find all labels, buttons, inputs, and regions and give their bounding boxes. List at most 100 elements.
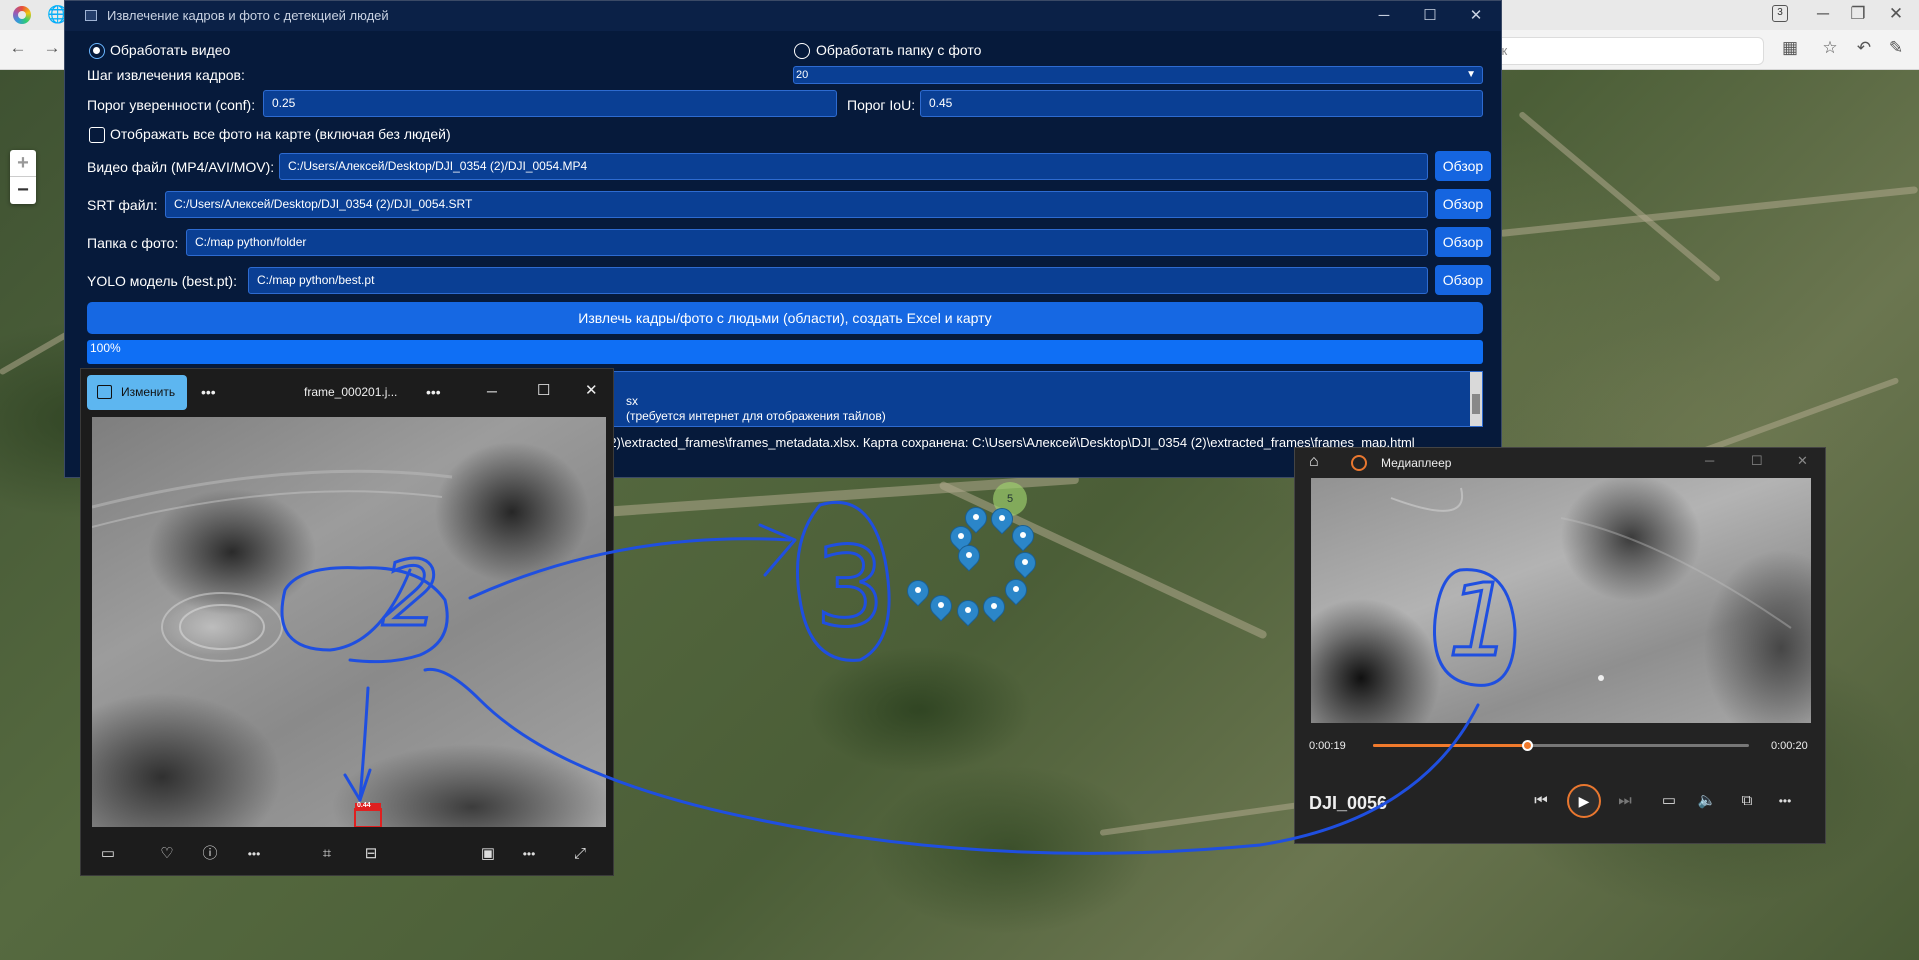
media-title: DJI_0056 xyxy=(1309,793,1388,813)
maximize-icon[interactable]: ☐ xyxy=(537,381,550,399)
fullscreen-icon[interactable]: ⤢ xyxy=(569,844,591,864)
folder-browse-button[interactable]: Обзор xyxy=(1435,227,1491,257)
map-marker[interactable] xyxy=(953,540,985,575)
subtitles-icon[interactable]: ▭ xyxy=(1657,790,1681,812)
photo-image[interactable]: 0.44 xyxy=(92,417,606,827)
srt-path-value: C:/Users/Алексей/Desktop/DJI_0354 (2)/DJ… xyxy=(174,197,473,211)
iou-input[interactable]: 0.45 xyxy=(920,90,1483,117)
folder-label: Папка с фото: xyxy=(87,235,179,251)
progress-bar: 100% xyxy=(87,340,1483,364)
more-options-icon[interactable]: ••• xyxy=(426,384,441,400)
srt-browse-button[interactable]: Обзор xyxy=(1435,189,1491,219)
iou-value: 0.45 xyxy=(929,96,953,110)
video-texture xyxy=(1390,487,1792,681)
undo-icon[interactable]: ↶ xyxy=(1852,38,1876,58)
log-scrollbar[interactable] xyxy=(1470,372,1482,426)
back-arrow-icon[interactable]: ← xyxy=(6,38,30,58)
yolo-label: YOLO модель (best.pt): xyxy=(87,273,237,289)
volume-icon[interactable]: 🔈 xyxy=(1695,790,1719,812)
video-path-value: C:/Users/Алексей/Desktop/DJI_0354 (2)/DJ… xyxy=(288,159,588,173)
minimize-icon[interactable]: ─ xyxy=(487,383,497,399)
maximize-icon[interactable]: ☐ xyxy=(1751,453,1763,469)
slideshow-icon[interactable]: ▣ xyxy=(477,844,499,864)
filmstrip-icon[interactable]: ▭ xyxy=(97,844,119,864)
more-options-icon[interactable]: ••• xyxy=(1773,790,1797,812)
map-road xyxy=(1518,110,1722,283)
zoom-out-button[interactable]: − xyxy=(10,177,36,204)
yolo-browse-button[interactable]: Обзор xyxy=(1435,265,1491,295)
favorite-heart-icon[interactable]: ♡ xyxy=(156,844,178,864)
seek-bar[interactable] xyxy=(1373,740,1749,751)
map-marker[interactable] xyxy=(902,575,934,610)
conf-value: 0.25 xyxy=(272,96,296,110)
app-maximize-button[interactable]: ☐ xyxy=(1407,1,1453,31)
yolo-path-value: C:/map python/best.pt xyxy=(257,273,375,287)
mode-video-radio[interactable] xyxy=(89,43,105,59)
photo-texture xyxy=(92,469,453,827)
run-extraction-button[interactable]: Извлечь кадры/фото с людьми (области), с… xyxy=(87,302,1483,334)
map-marker[interactable] xyxy=(952,595,984,630)
minimize-icon[interactable]: ─ xyxy=(1705,453,1714,468)
close-icon[interactable]: ✕ xyxy=(1884,4,1908,24)
yolo-path-input[interactable]: C:/map python/best.pt xyxy=(248,267,1428,294)
seek-thumb[interactable] xyxy=(1522,740,1534,751)
map-road xyxy=(1499,186,1919,237)
close-icon[interactable]: ✕ xyxy=(1797,453,1808,469)
address-bar[interactable]: ск xyxy=(1480,37,1764,65)
current-time: 0:00:19 xyxy=(1309,740,1346,752)
video-frame[interactable] xyxy=(1311,478,1811,723)
more-options-icon[interactable]: ••• xyxy=(518,844,540,864)
map-marker[interactable] xyxy=(1009,547,1041,582)
map-marker[interactable] xyxy=(925,590,957,625)
video-path-input[interactable]: C:/Users/Алексей/Desktop/DJI_0354 (2)/DJ… xyxy=(279,153,1428,180)
folder-path-input[interactable]: C:/map python/folder xyxy=(186,229,1428,256)
more-options-icon[interactable]: ••• xyxy=(243,844,265,864)
tab-count-badge[interactable]: 3 xyxy=(1772,5,1788,22)
show-all-checkbox[interactable] xyxy=(89,127,105,143)
home-icon[interactable]: ⌂ xyxy=(1309,453,1319,471)
text-scan-icon[interactable]: ⊟ xyxy=(360,844,382,864)
step-select[interactable]: 20 ▼ xyxy=(793,66,1483,84)
favorites-icon[interactable]: ☆ xyxy=(1818,38,1842,58)
edit-button[interactable]: Изменить xyxy=(87,375,187,410)
previous-icon[interactable]: ⏮ xyxy=(1529,790,1553,812)
edit-image-icon xyxy=(97,385,112,399)
zoom-in-button[interactable]: + xyxy=(10,150,36,177)
info-icon[interactable]: ⓘ xyxy=(199,844,221,864)
app-close-button[interactable]: ✕ xyxy=(1453,1,1499,31)
mode-folder-radio[interactable] xyxy=(794,43,810,59)
log-line: sx xyxy=(626,394,638,408)
forward-arrow-icon[interactable]: → xyxy=(40,38,64,58)
extensions-icon[interactable]: ✎ xyxy=(1884,38,1908,58)
map-marker[interactable] xyxy=(1000,574,1032,609)
map-road xyxy=(0,330,71,376)
iou-label: Порог IoU: xyxy=(847,97,916,113)
seek-bar-fill xyxy=(1373,744,1528,747)
restore-icon[interactable]: ❐ xyxy=(1846,4,1870,24)
media-player-logo-icon xyxy=(1351,455,1367,471)
photo-file-name: frame_000201.j... xyxy=(304,385,398,399)
conf-input[interactable]: 0.25 xyxy=(263,90,837,117)
map-marker[interactable] xyxy=(978,591,1010,626)
map-marker[interactable] xyxy=(1007,520,1039,555)
grid-icon[interactable]: ▦ xyxy=(1778,38,1802,58)
log-line: (требуется интернет для отображения тайл… xyxy=(626,409,886,423)
more-options-icon[interactable]: ••• xyxy=(201,384,216,400)
miniplayer-icon[interactable]: ⧉ xyxy=(1735,790,1759,812)
mode-video-label: Обработать видео xyxy=(110,42,231,58)
browser-logo-icon[interactable] xyxy=(13,6,31,24)
visual-search-icon[interactable]: ⌗ xyxy=(316,844,338,864)
next-icon[interactable]: ⏭ xyxy=(1613,790,1637,812)
map-marker[interactable] xyxy=(986,503,1018,538)
srt-path-input[interactable]: C:/Users/Алексей/Desktop/DJI_0354 (2)/DJ… xyxy=(165,191,1428,218)
close-icon[interactable]: ✕ xyxy=(585,381,598,399)
play-button[interactable]: ▶ xyxy=(1567,784,1601,818)
photo-viewer-window: Изменить ••• frame_000201.j... ••• ─ ☐ ✕… xyxy=(80,368,614,876)
video-label: Видео файл (MP4/AVI/MOV): xyxy=(87,159,275,175)
app-minimize-button[interactable]: ─ xyxy=(1361,1,1407,31)
app-titlebar: Извлечение кадров и фото с детекцией люд… xyxy=(65,1,1501,31)
conf-label: Порог уверенности (conf): xyxy=(87,97,256,113)
folder-path-value: C:/map python/folder xyxy=(195,235,307,249)
minimize-icon[interactable]: ─ xyxy=(1811,4,1835,24)
video-browse-button[interactable]: Обзор xyxy=(1435,151,1491,181)
